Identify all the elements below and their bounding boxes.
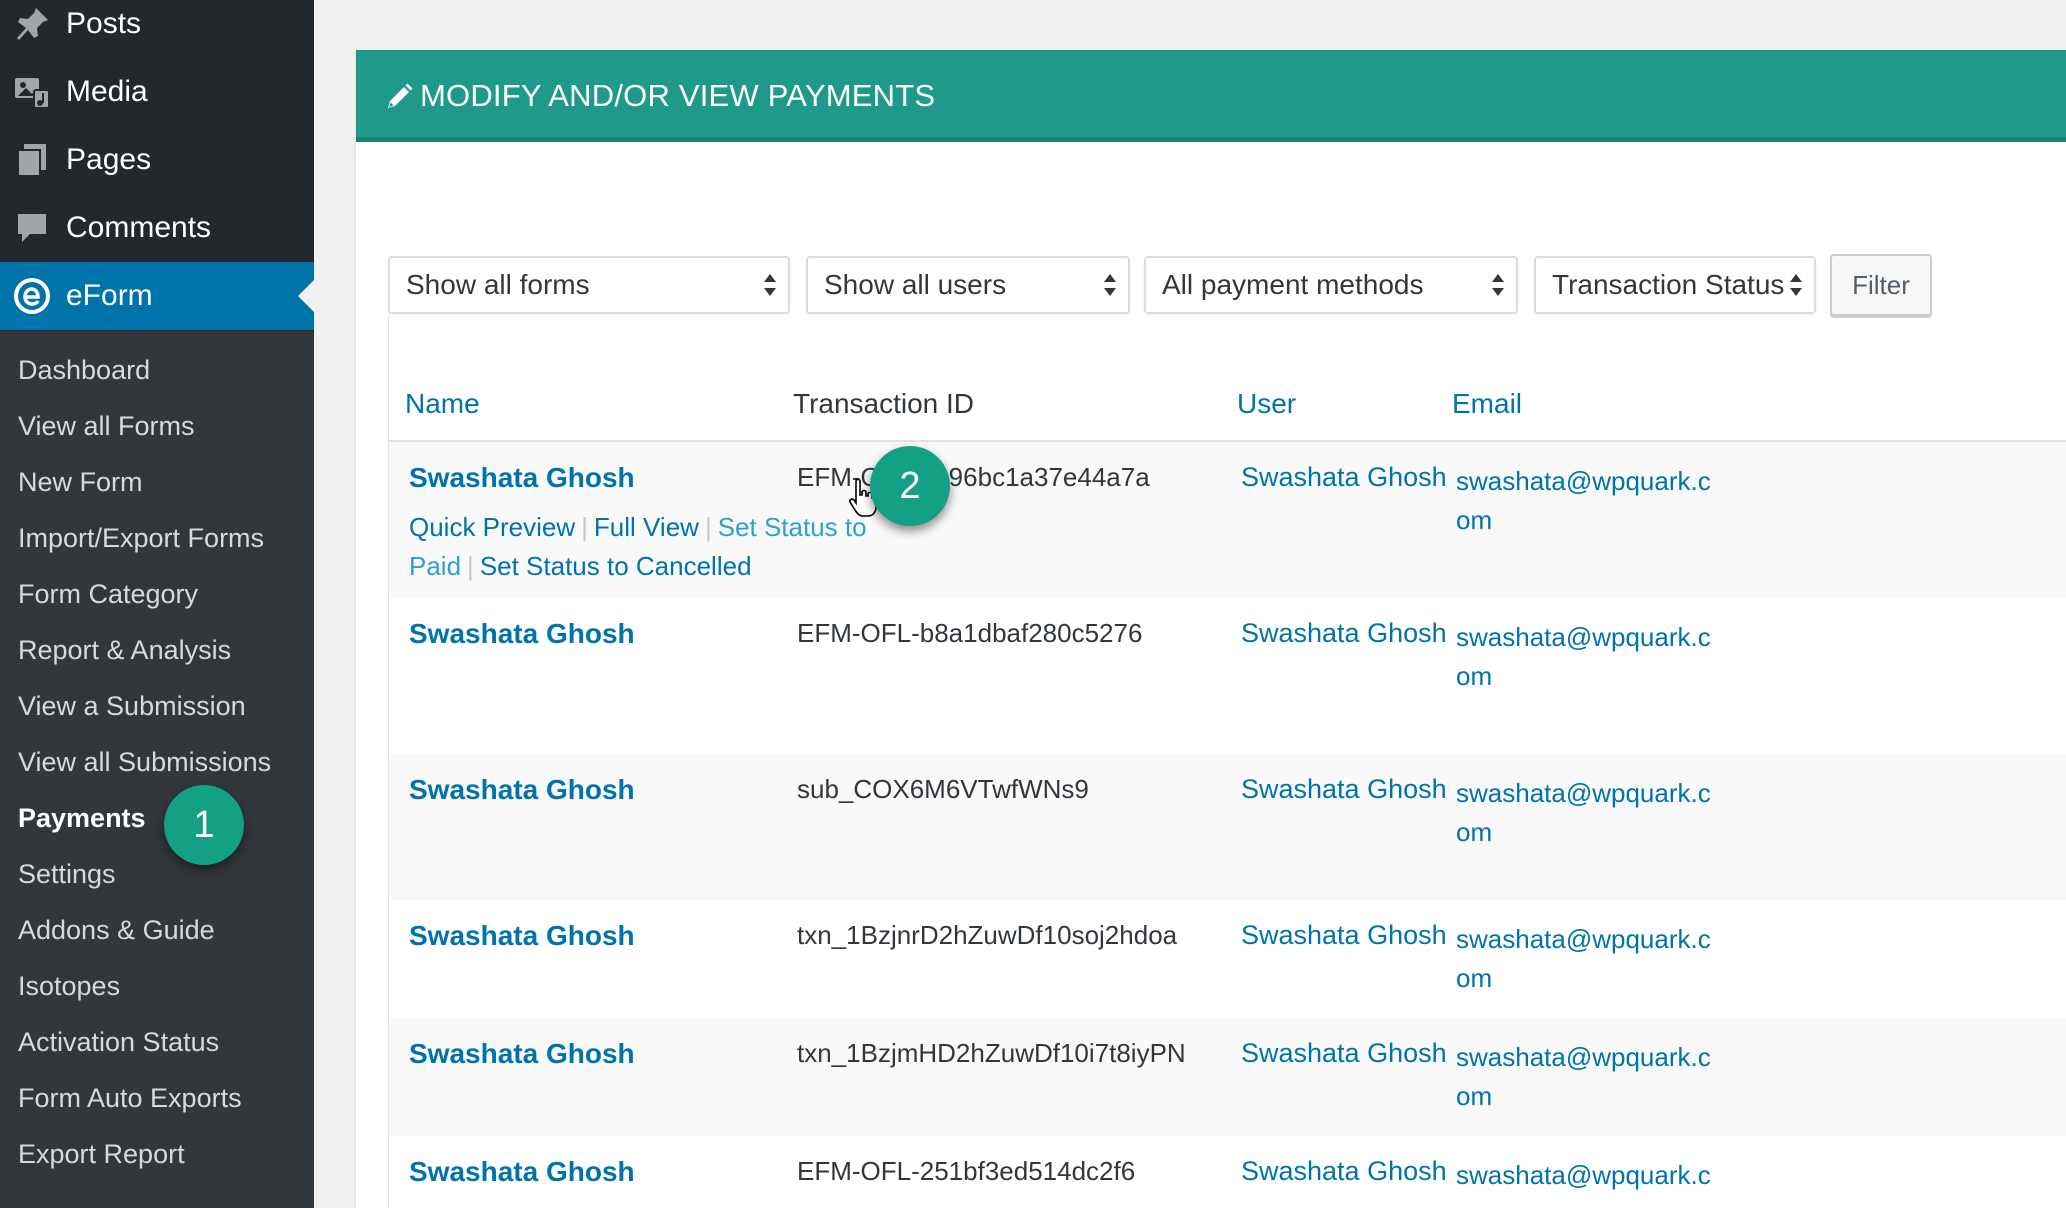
row-user-link[interactable]: Swashata Ghosh [1241,920,1447,951]
quick-preview-link[interactable]: Quick Preview [409,512,575,542]
eform-submenu: Dashboard View all Forms New Form Import… [0,331,314,1208]
full-view-link[interactable]: Full View [594,512,699,542]
table-row: Swashata Ghosh txn_1BzjnrD2hZuwDf10soj2h… [389,900,2066,1018]
submenu-item-payments[interactable]: Payments [18,803,146,834]
transaction-status-select-value: Transaction Status [1552,269,1785,300]
row-name-link[interactable]: Swashata Ghosh [409,1038,635,1070]
select-arrows-icon [1790,274,1802,296]
row-transaction-id: txn_1BzjnrD2hZuwDf10soj2hdoa [797,920,1178,950]
submenu-item-view-all-submissions[interactable]: View all Submissions [18,747,271,778]
action-separator: | [467,551,474,581]
row-user-link[interactable]: Swashata Ghosh [1241,774,1447,805]
action-separator: | [581,512,588,542]
row-email-link[interactable]: swashata@wpquark.com [1456,1038,1716,1116]
row-email-link[interactable]: swashata@wpquark.com [1456,774,1716,852]
pin-icon [17,8,48,40]
filter-button[interactable]: Filter [1830,254,1932,316]
action-separator: | [704,512,712,542]
menu-item-eform[interactable]: eForm [0,262,314,330]
row-name-link[interactable]: Swashata Ghosh [409,462,635,494]
table-row: Swashata Ghosh txn_1BzjmHD2hZuwDf10i7t8i… [389,1018,2066,1136]
payments-panel: MODIFY AND/OR VIEW PAYMENTS Show all for… [356,50,2066,1208]
menu-label: Comments [66,211,212,244]
submenu-item-dashboard[interactable]: Dashboard [18,355,150,386]
active-menu-arrow [298,280,314,312]
menu-item-media[interactable]: Media [0,58,314,126]
table-row: Swashata Ghosh EFM-OFL-b8a1dbaf280c5276 … [389,598,2066,754]
row-name-link[interactable]: Swashata Ghosh [409,774,635,806]
submenu-item-report-analysis[interactable]: Report & Analysis [18,635,231,666]
menu-label: Media [66,75,148,108]
users-select-value: Show all users [824,269,1007,300]
row-name-link[interactable]: Swashata Ghosh [409,1156,635,1188]
menu-label: eForm [66,279,153,312]
users-select[interactable]: Show all users [806,256,1130,314]
table-row: Swashata Ghosh EFM-OFL-251bf3ed514dc2f6 … [389,1136,2066,1208]
row-email-link[interactable]: swashata@wpquark.com [1456,1156,1716,1208]
submenu-item-view-a-submission[interactable]: View a Submission [18,691,246,722]
row-user-link[interactable]: Swashata Ghosh [1241,1156,1447,1187]
submenu-item-form-category[interactable]: Form Category [18,579,198,610]
step-badge-2: 2 [870,446,950,526]
comment-icon [18,214,46,242]
submenu-item-import-export-forms[interactable]: Import/Export Forms [18,523,264,554]
row-email-link[interactable]: swashata@wpquark.com [1456,618,1716,696]
column-header-name[interactable]: Name [405,388,480,420]
table-row: Swashata Ghosh EFM-OFL-2896bc1a37e44a7a … [389,442,2066,598]
transaction-status-select[interactable]: Transaction Status [1534,256,1816,314]
submenu-item-activation-status[interactable]: Activation Status [18,1027,219,1058]
select-arrows-icon [1104,274,1116,296]
row-name-link[interactable]: Swashata Ghosh [409,920,635,952]
set-status-cancelled-link[interactable]: Set Status to Cancelled [480,551,752,581]
table-row: Swashata Ghosh sub_COX6M6VTwfWNs9 Swasha… [389,754,2066,900]
step-badge-1: 1 [164,785,244,865]
submenu-item-export-report[interactable]: Export Report [18,1139,185,1170]
row-transaction-id: sub_COX6M6VTwfWNs9 [797,774,1089,804]
row-email-link[interactable]: swashata@wpquark.com [1456,920,1716,998]
select-arrows-icon [1492,274,1504,296]
pencil-icon [388,83,413,108]
column-header-email[interactable]: Email [1452,388,1522,420]
row-name-link[interactable]: Swashata Ghosh [409,618,635,650]
pages-icon [17,144,46,177]
forms-select-value: Show all forms [406,269,590,300]
payment-methods-select[interactable]: All payment methods [1144,256,1518,314]
row-transaction-id: EFM-OFL-251bf3ed514dc2f6 [797,1156,1136,1186]
media-icon [15,78,50,109]
menu-item-pages[interactable]: Pages [0,126,314,194]
submenu-item-settings[interactable]: Settings [18,859,116,890]
submenu-item-form-auto-exports[interactable]: Form Auto Exports [18,1083,242,1114]
row-user-link[interactable]: Swashata Ghosh [1241,618,1447,649]
submenu-item-view-all-forms[interactable]: View all Forms [18,411,195,442]
select-arrows-icon [764,274,776,296]
menu-item-comments[interactable]: Comments [0,194,314,262]
menu-label: Pages [66,143,152,176]
payment-methods-select-value: All payment methods [1162,269,1424,300]
submenu-item-isotopes[interactable]: Isotopes [18,971,120,1002]
column-header-transaction-id: Transaction ID [793,388,975,419]
column-header-user[interactable]: User [1237,388,1296,420]
eform-icon [14,278,50,314]
page-title: MODIFY AND/OR VIEW PAYMENTS [420,78,936,113]
row-user-link[interactable]: Swashata Ghosh [1241,1038,1447,1069]
row-transaction-id: EFM-OFL-b8a1dbaf280c5276 [797,618,1143,648]
row-actions: Quick Preview | Full View | Set Status to Pa… [409,508,889,586]
submenu-item-addons-guide[interactable]: Addons & Guide [18,915,215,946]
submenu-item-new-form[interactable]: New Form [18,467,143,498]
forms-select[interactable]: Show all forms [388,256,790,314]
panel-header: MODIFY AND/OR VIEW PAYMENTS [356,50,2066,142]
menu-label: Posts [66,7,142,40]
row-transaction-id: txn_1BzjmHD2hZuwDf10i7t8iyPN [797,1038,1186,1068]
menu-item-posts[interactable]: Posts [0,0,314,58]
payments-table: Name Transaction ID User Email Swashata … [388,316,2066,1208]
row-email-link[interactable]: swashata@wpquark.com [1456,462,1716,540]
admin-sidebar: Posts Media Pages Comments eForm Dashboa… [0,0,314,1208]
row-user-link[interactable]: Swashata Ghosh [1241,462,1447,493]
